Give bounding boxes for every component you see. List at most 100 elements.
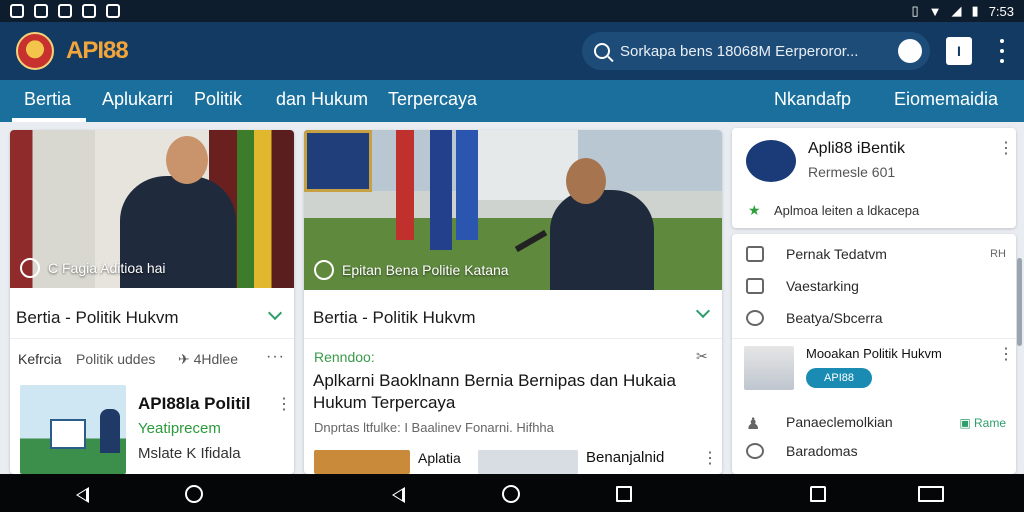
profile-button[interactable]: I xyxy=(946,37,972,65)
meta-count: ✈ 4Hdlee xyxy=(178,351,238,367)
back-icon[interactable] xyxy=(76,487,89,503)
scrollbar[interactable] xyxy=(1017,258,1022,346)
person-icon: ♟ xyxy=(746,416,761,433)
photo-caption: C Fagia Aditioa hai xyxy=(20,258,166,278)
notification-icon xyxy=(34,4,48,18)
battery-icon: ▮ xyxy=(971,3,979,18)
star-icon: ★ xyxy=(748,202,761,218)
feature-title[interactable]: Mooakan Politik Hukvm xyxy=(806,346,942,361)
article-tag: Renndoo: xyxy=(314,349,375,365)
overflow-menu-icon[interactable]: ⋮ xyxy=(998,344,1014,364)
status-icons-left xyxy=(10,4,120,18)
vibrate-icon: ▯ xyxy=(911,3,919,18)
search-icon xyxy=(594,43,610,59)
menu-item[interactable]: Vaestarking xyxy=(746,278,859,294)
share-icon[interactable] xyxy=(810,486,826,502)
system-navigation-bar xyxy=(0,474,1024,512)
tab-aplukarri[interactable]: Aplukarri xyxy=(102,89,173,110)
signal-icon: ◢ xyxy=(951,3,962,18)
feature-thumbnail[interactable] xyxy=(744,346,794,390)
article-title-small[interactable]: Aplatia xyxy=(418,450,461,466)
article-title-small[interactable]: Benanjalnid xyxy=(586,449,664,466)
feature-badge[interactable]: API88 xyxy=(806,368,872,388)
laptop-graphic xyxy=(50,419,86,449)
divider xyxy=(304,338,722,339)
recents-icon[interactable] xyxy=(616,486,632,502)
article-title[interactable]: API88la Politil xyxy=(138,394,250,414)
menu-item[interactable]: Pernak Tedatvm xyxy=(746,246,887,262)
list-icon xyxy=(746,246,764,262)
article-thumbnail[interactable] xyxy=(314,450,410,474)
split-screen-icon[interactable] xyxy=(918,486,944,502)
status-bar: ▯ ▼ ◢ ▮ 7:53 xyxy=(0,0,1024,22)
more-icon[interactable]: ··· xyxy=(266,348,285,366)
tab-bertia[interactable]: Bertia xyxy=(24,89,71,110)
home-icon[interactable] xyxy=(185,485,203,503)
notification-icon xyxy=(10,4,24,18)
meta-section: Politik uddes xyxy=(76,351,156,367)
meta-source: Kefrcia xyxy=(18,351,62,367)
menu-item-aside: RH xyxy=(990,248,1006,260)
chevron-down-icon[interactable] xyxy=(695,303,711,319)
notification-icon xyxy=(82,4,96,18)
clear-search-icon[interactable] xyxy=(898,39,922,63)
nav-link-right-2[interactable]: Eiomemaidia xyxy=(894,89,998,110)
framed-emblem xyxy=(304,130,372,192)
chevron-down-icon[interactable] xyxy=(267,305,283,321)
news-card[interactable]: C Fagia Aditioa hai Bertia - Politik Huk… xyxy=(10,130,294,474)
play-icon xyxy=(314,260,334,280)
news-photo[interactable]: Epitan Bena Politie Katana xyxy=(304,130,722,290)
article-thumbnail[interactable] xyxy=(20,385,126,474)
bookmark-icon xyxy=(746,278,764,294)
app-header: API88 Sorkapa bens 18068M Eerperoror... … xyxy=(0,22,1024,80)
divider xyxy=(732,338,1016,339)
menu-item[interactable]: ♟ Panaeclemolkian xyxy=(746,414,893,433)
wifi-icon: ▼ xyxy=(928,3,942,19)
back-icon[interactable] xyxy=(392,487,405,503)
brand-avatar xyxy=(746,140,796,182)
overflow-menu-icon[interactable] xyxy=(999,39,1005,63)
notification-icon xyxy=(58,4,72,18)
search-input[interactable]: Sorkapa bens 18068M Eerperoror... xyxy=(620,43,858,60)
brand[interactable]: API88 xyxy=(66,37,129,65)
share-icon[interactable]: ✂ xyxy=(696,348,708,365)
news-photo[interactable]: C Fagia Aditioa hai xyxy=(10,130,294,288)
flag-blue xyxy=(456,130,478,240)
overflow-menu-icon[interactable]: ⋮ xyxy=(276,394,292,414)
nav-link-right-1[interactable]: Nkandafp xyxy=(774,89,851,110)
divider xyxy=(10,338,294,339)
article-byline: Dnprtas ltfulke: I Baalinev Fonarni. Hif… xyxy=(314,420,554,435)
article-snippet: Mslate K Ifidala xyxy=(138,445,241,462)
photo-caption: Epitan Bena Politie Katana xyxy=(314,260,509,280)
history-icon xyxy=(746,310,764,326)
category-title: Bertia - Politik Hukvm xyxy=(313,308,476,327)
menu-item[interactable]: Baradomas xyxy=(746,443,858,459)
news-card[interactable]: Epitan Bena Politie Katana Bertia - Poli… xyxy=(304,130,722,474)
brand-logo-text: API88 xyxy=(66,37,129,64)
person-figure xyxy=(100,409,120,453)
brand-card-subtitle: Rermesle 601 xyxy=(808,164,896,180)
person-head xyxy=(166,136,208,184)
info-icon xyxy=(746,443,764,459)
search-bar[interactable]: Sorkapa bens 18068M Eerperoror... xyxy=(582,32,930,70)
overflow-menu-icon[interactable]: ⋮ xyxy=(998,138,1014,158)
microphone xyxy=(514,229,548,253)
home-icon[interactable] xyxy=(502,485,520,503)
emblem-logo-icon[interactable] xyxy=(16,32,54,70)
tab-dan-hukum[interactable]: dan Hukum xyxy=(276,89,368,110)
notification-icon xyxy=(106,4,120,18)
tab-terpercaya[interactable]: Terpercaya xyxy=(388,89,477,110)
active-tab-indicator xyxy=(12,118,86,122)
tab-politik[interactable]: Politik xyxy=(194,89,242,110)
article-thumbnail[interactable] xyxy=(478,450,578,474)
menu-item-aside[interactable]: ▣ Rame xyxy=(959,416,1006,430)
brand-card[interactable]: Apli88 iBentik Rermesle 601 ⋮ ★ Aplmoa l… xyxy=(732,128,1016,228)
person-head xyxy=(566,158,606,204)
article-subtitle: Yeatiprecem xyxy=(138,420,221,437)
brand-card-note: Aplmoa leiten a ldkacepa xyxy=(774,203,920,218)
overflow-menu-icon[interactable]: ⋮ xyxy=(702,448,718,468)
building xyxy=(478,130,578,200)
brand-card-title: Apli88 iBentik xyxy=(808,140,905,157)
menu-item[interactable]: Beatya/Sbcerra xyxy=(746,310,883,326)
article-headline[interactable]: Aplkarni Baoklnann Bernia Bernipas dan H… xyxy=(313,370,703,414)
